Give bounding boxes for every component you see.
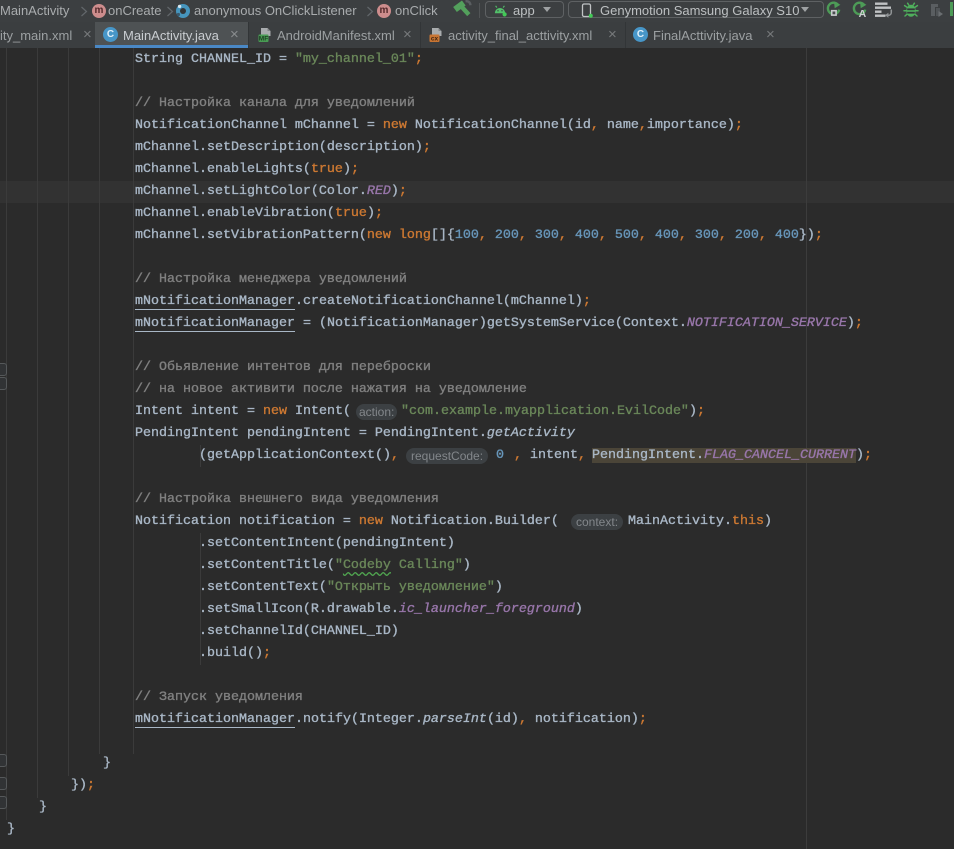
svg-text:cx: cx [431,36,439,43]
svg-text:MF: MF [259,36,268,43]
svg-text:A: A [859,8,867,18]
